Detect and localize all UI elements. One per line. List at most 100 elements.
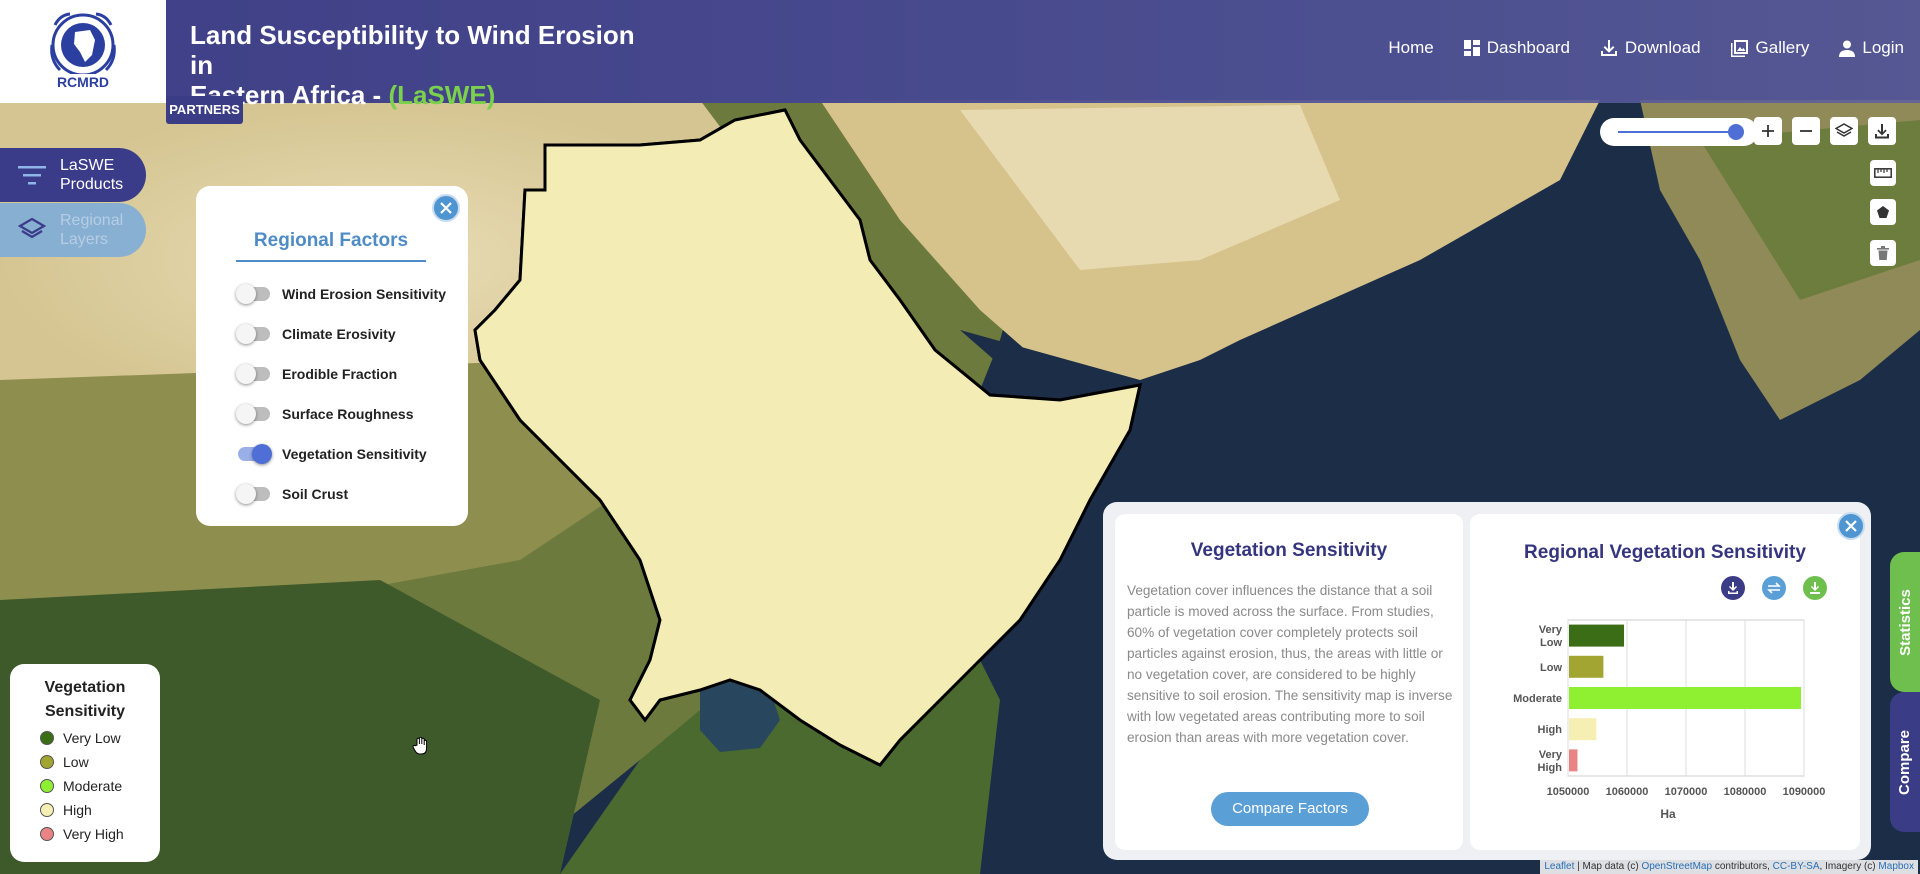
leaflet-link[interactable]: Leaflet [1544, 861, 1574, 872]
factor-label: Wind Erosion Sensitivity [282, 286, 447, 302]
factor-row[interactable]: Wind Erosion Sensitivity [236, 284, 447, 304]
x-tick-label: 1050000 [1547, 786, 1590, 798]
bar[interactable] [1569, 624, 1625, 647]
user-icon [1839, 40, 1856, 57]
compare-factors-button[interactable]: Compare Factors [1211, 792, 1369, 826]
opacity-slider[interactable] [1600, 118, 1758, 146]
nav-download-label: Download [1624, 38, 1701, 57]
vegetation-bar-chart: 1050000 1060000 1070000 1080000 1090000 Very L… [1513, 619, 1826, 821]
factor-label: Vegetation Sensitivity [282, 446, 427, 462]
factor-toggle[interactable] [236, 484, 270, 504]
slider-track [1618, 131, 1736, 133]
chart-export-button[interactable] [1803, 576, 1827, 600]
factor-toggle[interactable] [236, 284, 270, 304]
nav-home-label: Home [1388, 38, 1434, 57]
y-tick-label: High [1538, 724, 1563, 736]
slider-handle[interactable] [1728, 124, 1744, 140]
description-text: Vegetation cover influences the distance… [1127, 583, 1453, 745]
osm-link[interactable]: OpenStreetMap [1641, 861, 1712, 872]
y-tick-label: Low [1540, 637, 1562, 649]
attribution-imagery: , Imagery (c) [1819, 861, 1879, 872]
chart-title: Regional Vegetation Sensitivity [1524, 542, 1806, 563]
regional-factors-panel: Regional Factors Wind Erosion Sensitivit… [196, 186, 468, 526]
nav-home[interactable]: Home [1388, 38, 1433, 58]
layers-icon [18, 217, 46, 239]
factors-close-button[interactable] [432, 194, 460, 222]
attribution-sep: | Map data (c) [1574, 861, 1642, 872]
license-link[interactable]: CC-BY-SA [1773, 861, 1820, 872]
factor-row[interactable]: Erodible Fraction [236, 364, 397, 384]
x-tick-label: 1060000 [1606, 786, 1649, 798]
toggle-knob [236, 404, 256, 424]
delete-drawing-button[interactable] [1870, 240, 1896, 266]
export-icon [1810, 582, 1820, 594]
download-icon [1728, 582, 1738, 594]
factors-title: Regional Factors [236, 230, 426, 262]
y-tick-label: High [1538, 762, 1563, 774]
measure-button[interactable] [1870, 160, 1896, 186]
x-tick-label: 1070000 [1665, 786, 1708, 798]
legend-item: High [40, 802, 92, 818]
legend-title: Vegetation Sensitivity [10, 676, 160, 724]
chart-swap-button[interactable] [1762, 576, 1786, 600]
legend-item: Moderate [40, 778, 122, 794]
legend-item: Low [40, 754, 89, 770]
factor-toggle[interactable] [236, 324, 270, 344]
filter-icon [18, 166, 46, 185]
toggle-knob [252, 444, 272, 464]
nav-login[interactable]: Login [1839, 38, 1904, 58]
nav-download[interactable]: Download [1600, 38, 1701, 58]
legend-swatch [40, 779, 54, 793]
bar[interactable] [1569, 687, 1802, 709]
regional-layers-button[interactable]: Regional Layers [0, 203, 146, 257]
map-download-button[interactable] [1868, 117, 1896, 145]
close-icon [1845, 520, 1857, 532]
factor-toggle[interactable] [236, 404, 270, 424]
minus-icon [1800, 130, 1812, 132]
chart-download-button[interactable] [1721, 576, 1745, 600]
mapbox-link[interactable]: Mapbox [1878, 861, 1914, 872]
toggle-knob [236, 324, 256, 344]
bar[interactable] [1569, 718, 1597, 741]
factor-row[interactable]: Vegetation Sensitivity [238, 444, 427, 464]
factor-row[interactable]: Surface Roughness [236, 404, 413, 424]
draw-polygon-button[interactable] [1870, 199, 1896, 225]
factor-row[interactable]: Climate Erosivity [236, 324, 396, 344]
factor-toggle[interactable] [236, 364, 270, 384]
info-panel-close-button[interactable] [1837, 512, 1865, 540]
factor-row[interactable]: Soil Crust [236, 484, 349, 504]
y-tick-label: Low [1540, 662, 1562, 674]
globe-logo-icon [50, 12, 116, 77]
nav-dashboard-label: Dashboard [1486, 38, 1570, 57]
plus-icon [1762, 125, 1774, 137]
legend-swatch [40, 827, 54, 841]
polygon-icon [1877, 206, 1889, 218]
nav-dashboard[interactable]: Dashboard [1463, 38, 1570, 58]
zoom-out-button[interactable] [1792, 117, 1820, 145]
products-label-1: LaSWE [60, 157, 115, 174]
factor-label: Soil Crust [282, 486, 349, 502]
legend-label: Low [63, 754, 89, 770]
legend-swatch [40, 755, 54, 769]
compare-tab[interactable]: Compare [1890, 692, 1920, 832]
x-tick-label: 1090000 [1783, 786, 1826, 798]
ruler-icon [1874, 168, 1892, 178]
laswe-products-button[interactable]: LaSWE Products [0, 148, 146, 202]
legend-label: High [63, 802, 92, 818]
bar[interactable] [1569, 749, 1578, 772]
layers-label-2: Layers [60, 231, 109, 248]
zoom-in-button[interactable] [1754, 117, 1782, 145]
close-icon [440, 202, 452, 214]
y-tick-label: Very [1539, 749, 1563, 761]
statistics-tab[interactable]: Statistics [1890, 552, 1920, 692]
factor-toggle[interactable] [238, 444, 272, 464]
attribution-contrib: contributors, [1712, 861, 1773, 872]
rcmrd-logo[interactable]: RCMRD [0, 0, 166, 103]
x-tick-label: 1080000 [1724, 786, 1767, 798]
download-icon [1600, 40, 1617, 56]
bar[interactable] [1569, 655, 1604, 678]
partners-button[interactable]: PARTNERS [166, 96, 243, 124]
nav-gallery[interactable]: Gallery [1730, 38, 1809, 58]
app-title: Land Susceptibility to Wind Erosion in E… [190, 20, 650, 110]
basemap-layers-button[interactable] [1830, 117, 1858, 145]
